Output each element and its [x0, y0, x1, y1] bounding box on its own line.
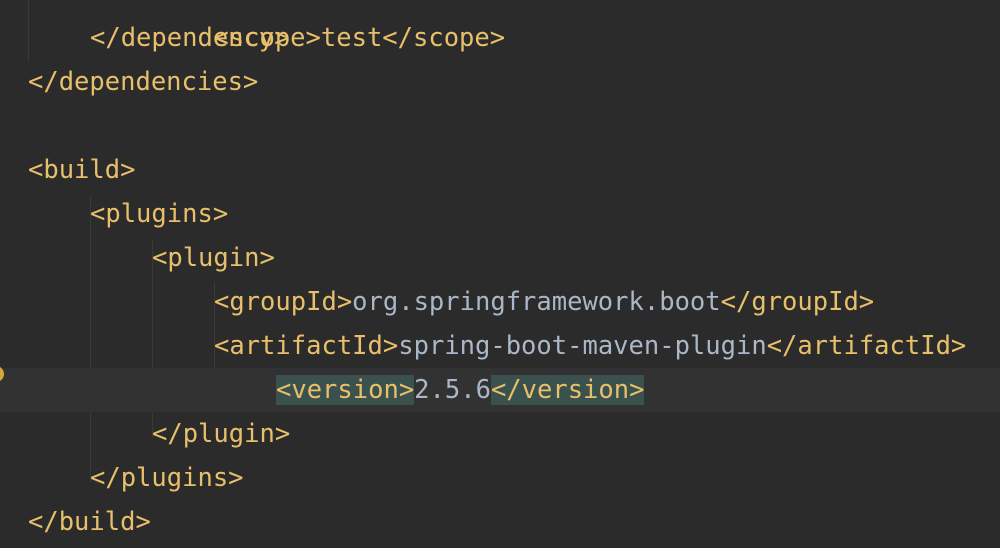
code-line-content: <artifactId>spring-boot-maven-plugin</ar… [214, 324, 966, 368]
xml-tag: </version> [490, 375, 645, 405]
code-editor[interactable]: <scope>test</scope> </dependency> </depen… [0, 0, 1000, 548]
xml-tag: <build> [28, 155, 136, 185]
xml-tag: <groupId> [214, 287, 353, 317]
code-line-content: <version>2.5.6</version> [276, 368, 645, 412]
xml-text: org.springframework.boot [352, 287, 721, 317]
xml-tag: <plugins> [90, 199, 229, 229]
code-line[interactable]: </plugin> [0, 412, 1000, 456]
code-line[interactable]: <plugins> [0, 192, 1000, 236]
xml-tag: </artifactId> [766, 331, 967, 361]
code-line-content: </plugin> [152, 412, 290, 456]
code-line[interactable]: <groupId>org.springframework.boot</group… [0, 280, 1000, 324]
code-line[interactable]: </dependencies> [0, 60, 1000, 104]
xml-tag: <artifactId> [214, 331, 399, 361]
code-line[interactable]: <plugin> [0, 236, 1000, 280]
xml-tag: <version> [276, 375, 415, 405]
code-line-content: <plugins> [90, 192, 228, 236]
code-line[interactable]: <build> [0, 148, 1000, 192]
code-line[interactable]: </plugins> [0, 456, 1000, 500]
code-line[interactable]: </dependency> [0, 16, 1000, 60]
xml-tag: </groupId> [720, 287, 875, 317]
code-line-content: </dependencies> [28, 60, 258, 104]
code-line-clipped[interactable]: <scope>test</scope> [152, 0, 972, 53]
xml-text: spring-boot-maven-plugin [398, 331, 767, 361]
xml-tag: </dependency> [90, 23, 290, 53]
code-line[interactable]: <artifactId>spring-boot-maven-plugin</ar… [0, 324, 1000, 368]
code-line[interactable]: </build> [0, 500, 1000, 544]
xml-tag: </plugin> [152, 419, 291, 449]
code-line-content: <groupId>org.springframework.boot</group… [214, 280, 874, 324]
code-line[interactable] [0, 104, 1000, 148]
code-line-content: </build> [28, 500, 151, 544]
code-line-content: <plugin> [152, 236, 275, 280]
xml-tag: <plugin> [152, 243, 275, 273]
xml-tag: </plugins> [90, 463, 244, 493]
code-line-content: <build> [28, 148, 135, 192]
xml-tag: </build> [28, 507, 151, 537]
xml-tag: </dependencies> [28, 67, 259, 97]
code-line-content: </dependency> [90, 16, 290, 60]
xml-text: 2.5.6 [414, 375, 491, 405]
code-line-content: </plugins> [90, 456, 244, 500]
code-line-current[interactable]: <version>2.5.6</version> [0, 368, 1000, 412]
